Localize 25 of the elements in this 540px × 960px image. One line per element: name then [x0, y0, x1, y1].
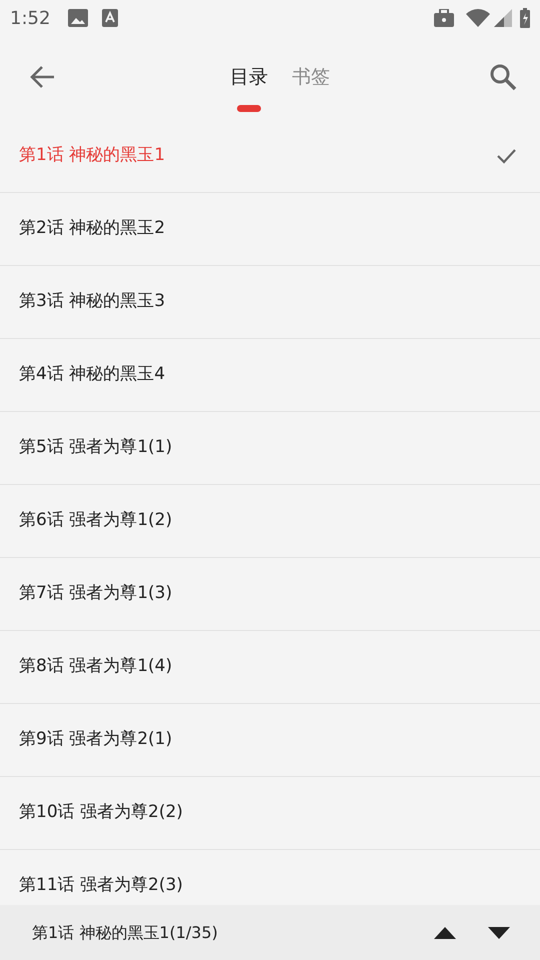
down-triangle-icon: [488, 926, 510, 938]
chapter-item[interactable]: 第3话 神秘的黑玉3: [0, 266, 540, 339]
back-arrow-icon: [29, 65, 55, 89]
up-triangle-icon: [434, 926, 456, 938]
battery-icon: [520, 8, 530, 28]
chapter-item[interactable]: 第2话 神秘的黑玉2: [0, 193, 540, 266]
chapter-item[interactable]: 第10话 强者为尊2(2): [0, 777, 540, 850]
signal-icon: [494, 9, 512, 27]
status-time: 1:52: [10, 6, 50, 30]
briefcase-icon: [434, 9, 454, 27]
chapter-item[interactable]: 第1话 神秘的黑玉1: [0, 120, 540, 193]
font-icon: [102, 9, 118, 27]
wifi-icon: [466, 9, 490, 27]
current-chapter: 第1话 神秘的黑玉1(1/35): [32, 922, 219, 944]
check-icon: [496, 148, 516, 164]
tab-indicator: [237, 104, 261, 112]
chapter-item[interactable]: 第8话 强者为尊1(4): [0, 631, 540, 704]
image-icon: [68, 9, 88, 27]
tab[interactable]: 目录: [227, 63, 271, 112]
chapter-item[interactable]: 第7话 强者为尊1(3): [0, 558, 540, 631]
chapter-item[interactable]: 第9话 强者为尊2(1): [0, 704, 540, 777]
chapter-item[interactable]: 第4话 神秘的黑玉4: [0, 339, 540, 412]
search-icon: [489, 63, 517, 91]
chapter-item[interactable]: 第5话 强者为尊1(1): [0, 412, 540, 485]
chapter-item[interactable]: 第6话 强者为尊1(2): [0, 485, 540, 558]
